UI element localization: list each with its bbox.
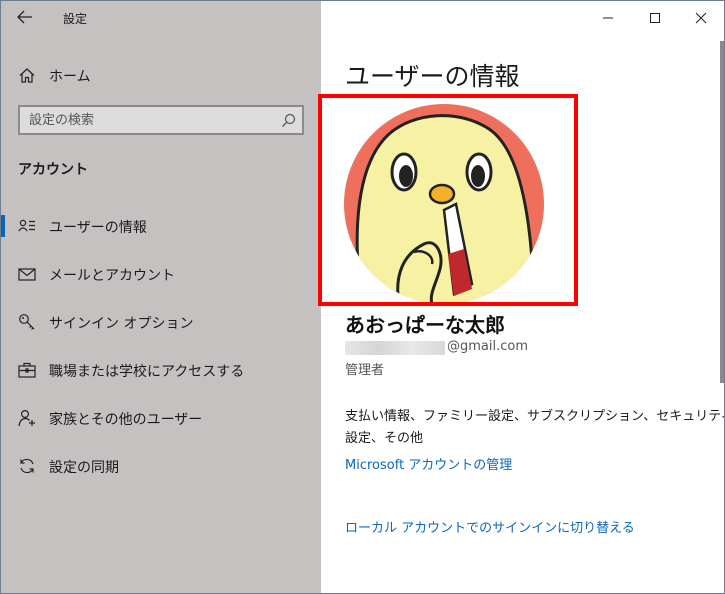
- info-text-line-1: 支払い情報、ファミリー設定、サブスクリプション、セキュリティ: [345, 409, 725, 424]
- search-input[interactable]: [20, 107, 279, 133]
- sidebar: 設定 ホーム アカウント ユーザーの情報 メールとアカウント: [1, 1, 321, 593]
- sidebar-item-family-users[interactable]: 家族とその他のユーザー: [1, 398, 321, 438]
- maximize-button[interactable]: [640, 7, 670, 29]
- content-pane: ユーザーの情報 あおっぱーな太郎 @gmail.com 管理者 支払い情報、ファ…: [318, 1, 725, 593]
- mail-icon: [18, 265, 36, 283]
- app-title: 設定: [63, 12, 88, 26]
- scrollbar[interactable]: [720, 41, 724, 383]
- sidebar-item-label: 家族とその他のユーザー: [49, 412, 203, 428]
- sidebar-item-label: サインイン オプション: [49, 316, 194, 332]
- sidebar-item-label: 職場または学校にアクセスする: [49, 364, 245, 380]
- briefcase-icon: [18, 361, 36, 379]
- sync-icon: [18, 457, 36, 475]
- email-address: @gmail.com: [447, 339, 529, 354]
- sidebar-item-home[interactable]: ホーム: [1, 59, 321, 91]
- user-name: あおっぱーな太郎: [345, 313, 505, 337]
- sidebar-item-user-info[interactable]: ユーザーの情報: [1, 206, 321, 246]
- info-text-line-2: 設定、その他: [345, 431, 424, 446]
- user-info-icon: [18, 217, 36, 235]
- back-button[interactable]: [9, 3, 41, 33]
- back-arrow-icon: [17, 9, 33, 28]
- search-icon[interactable]: [281, 113, 296, 132]
- selection-indicator: [1, 215, 5, 237]
- sidebar-item-label: 設定の同期: [49, 460, 119, 476]
- close-icon: [695, 9, 707, 28]
- minimize-icon: [602, 9, 614, 28]
- manage-microsoft-account-link[interactable]: Microsoft アカウントの管理: [345, 454, 512, 473]
- key-icon: [18, 313, 36, 331]
- sidebar-item-sync[interactable]: 設定の同期: [1, 446, 321, 486]
- sidebar-item-work-school[interactable]: 職場または学校にアクセスする: [1, 350, 321, 390]
- highlight-frame: [318, 94, 578, 306]
- home-label: ホーム: [49, 69, 91, 85]
- section-title: アカウント: [18, 162, 88, 178]
- search-box[interactable]: [18, 105, 304, 135]
- sidebar-item-sign-in-options[interactable]: サインイン オプション: [1, 302, 321, 342]
- account-role: 管理者: [345, 363, 385, 378]
- sidebar-item-label: メールとアカウント: [49, 268, 175, 284]
- settings-window: 設定 ホーム アカウント ユーザーの情報 メールとアカウント: [0, 0, 725, 594]
- add-user-icon: [18, 409, 36, 427]
- switch-to-local-account-link[interactable]: ローカル アカウントでのサインインに切り替える: [345, 517, 635, 536]
- sidebar-item-mail-accounts[interactable]: メールとアカウント: [1, 254, 321, 294]
- home-icon: [19, 68, 35, 87]
- close-button[interactable]: [686, 7, 716, 29]
- email-redaction: [345, 341, 445, 355]
- maximize-icon: [649, 9, 661, 28]
- sidebar-item-label: ユーザーの情報: [49, 220, 147, 236]
- minimize-button[interactable]: [593, 7, 623, 29]
- page-title: ユーザーの情報: [345, 62, 520, 91]
